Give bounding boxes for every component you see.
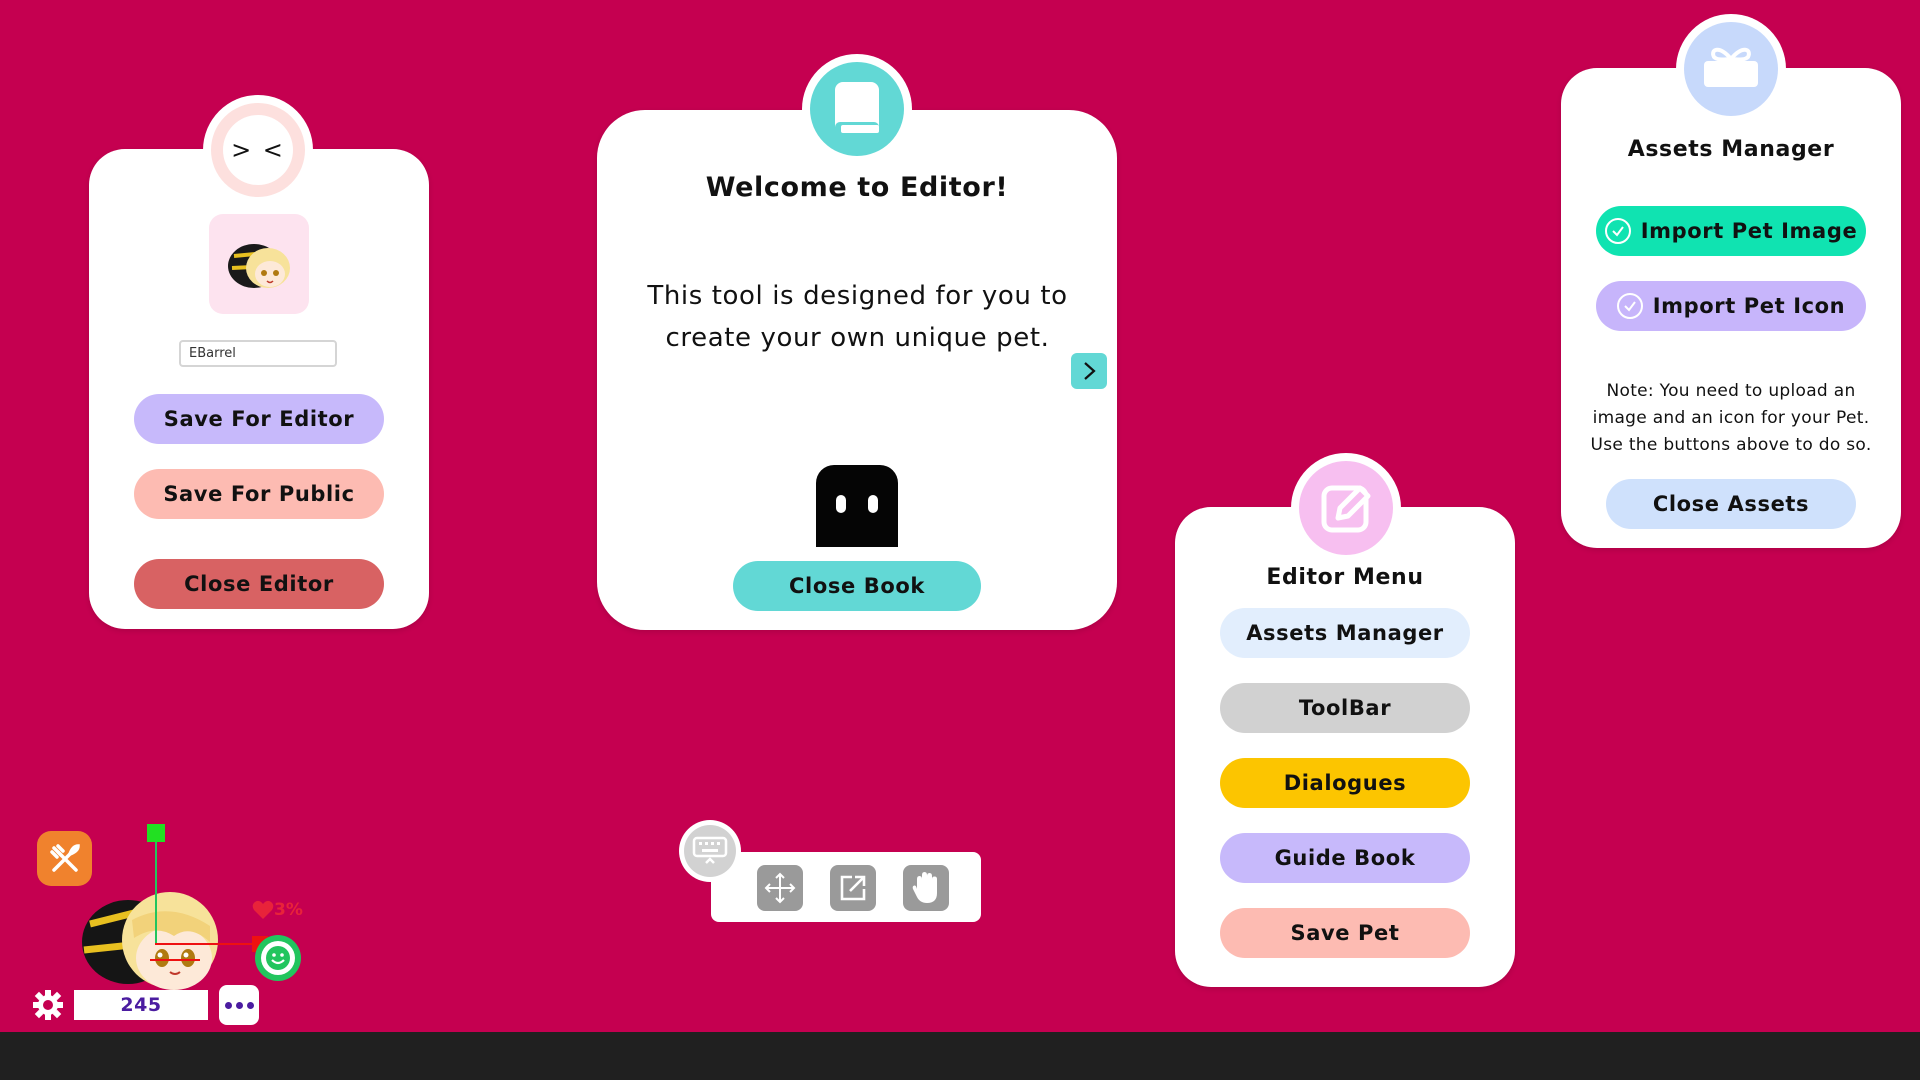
mood-indicator (255, 935, 301, 981)
feed-button[interactable] (37, 831, 92, 886)
menu-assets-manager-button[interactable]: Assets Manager (1220, 608, 1470, 658)
welcome-title: Welcome to Editor! (705, 172, 1009, 203)
coin-counter: 245 (74, 990, 208, 1020)
edit-icon (1321, 485, 1371, 533)
save-for-public-button[interactable]: Save For Public (134, 469, 384, 519)
close-assets-button[interactable]: Close Assets (1606, 479, 1856, 529)
gizmo-axis-y (155, 842, 157, 944)
hand-tool-button[interactable] (903, 865, 949, 911)
keyboard-toggle-button[interactable] (679, 820, 741, 882)
hand-icon (912, 872, 937, 903)
more-icon (224, 1001, 232, 1009)
face-badge: > < (203, 95, 313, 205)
move-tool-button[interactable] (757, 865, 803, 911)
bottom-taskbar (0, 1032, 1920, 1080)
gear-icon (33, 990, 63, 1020)
heart-icon (252, 900, 274, 919)
gift-icon (1704, 47, 1758, 87)
chevron-right-icon (1084, 362, 1096, 380)
close-book-button[interactable]: Close Book (733, 561, 981, 611)
check-circle-icon (1616, 293, 1643, 319)
settings-button[interactable] (31, 988, 65, 1022)
menu-toolbar-button[interactable]: ToolBar (1220, 683, 1470, 733)
menu-guide-book-button[interactable]: Guide Book (1220, 833, 1470, 883)
book-icon (835, 82, 879, 136)
assets-manager-title: Assets Manager (1627, 137, 1835, 162)
food-icon (49, 843, 80, 872)
close-editor-button[interactable]: Close Editor (134, 559, 384, 609)
health-value: 3% (274, 900, 303, 920)
import-pet-image-button[interactable]: Import Pet Image (1596, 206, 1866, 256)
save-for-editor-button[interactable]: Save For Editor (134, 394, 384, 444)
move-gizmo-handle-y[interactable] (147, 824, 165, 842)
gift-badge (1676, 14, 1786, 124)
next-page-button[interactable] (1071, 353, 1107, 389)
blob-character (816, 465, 898, 547)
assets-note: Note: You need to upload an image and an… (1590, 381, 1872, 455)
more-button[interactable] (219, 985, 259, 1025)
pet-name-input[interactable] (179, 340, 337, 367)
external-link-icon (840, 875, 866, 901)
edit-badge (1291, 453, 1401, 563)
keyboard-icon (692, 836, 728, 864)
welcome-body: This tool is designed for you to create … (647, 281, 1068, 353)
import-pet-icon-button[interactable]: Import Pet Icon (1596, 281, 1866, 331)
gizmo-axis-x (155, 943, 255, 945)
health-indicator: 3% (252, 900, 303, 920)
face-icon: > < (223, 115, 293, 185)
pet-thumbnail (209, 214, 309, 314)
book-badge (802, 54, 912, 164)
check-circle-icon (1604, 218, 1631, 244)
menu-dialogues-button[interactable]: Dialogues (1220, 758, 1470, 808)
move-icon (764, 872, 796, 904)
import-pet-icon-label: Import Pet Icon (1652, 294, 1846, 318)
external-link-tool-button[interactable] (830, 865, 876, 911)
menu-save-pet-button[interactable]: Save Pet (1220, 908, 1470, 958)
smile-icon (266, 946, 290, 970)
import-pet-image-label: Import Pet Image (1640, 219, 1858, 243)
editor-menu-title: Editor Menu (1266, 565, 1424, 590)
